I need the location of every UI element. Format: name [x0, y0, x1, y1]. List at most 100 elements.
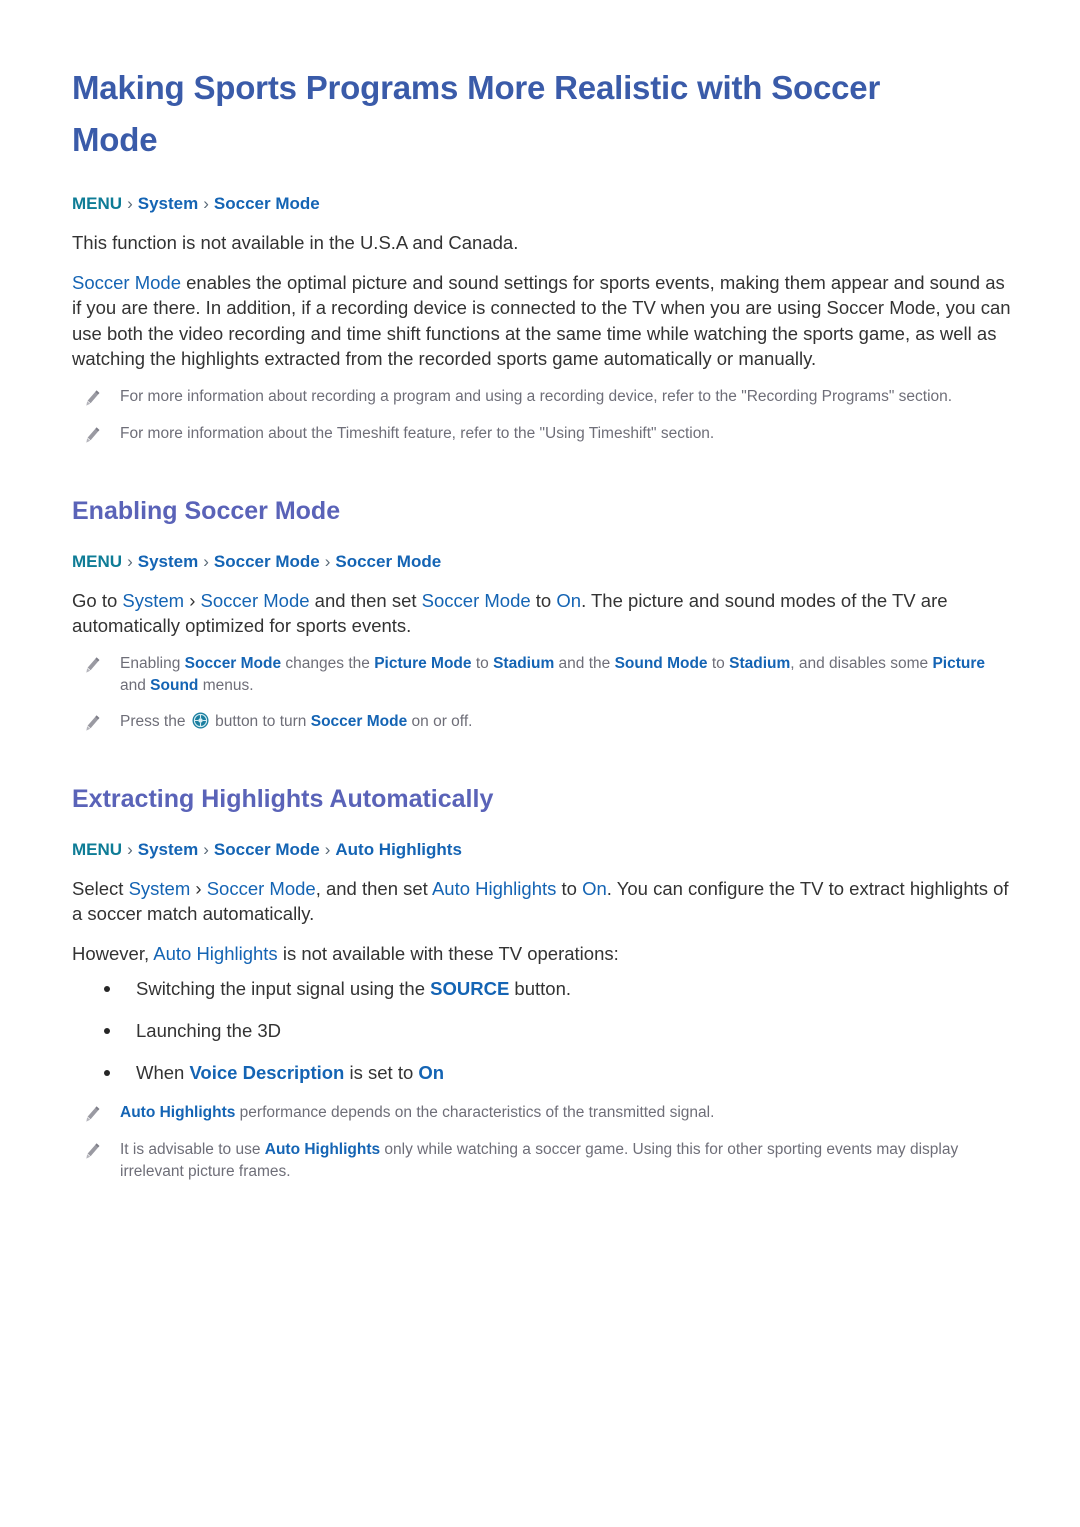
link-sound-mode[interactable]: Sound Mode [615, 655, 708, 672]
text-segment: is not available with these TV operation… [277, 942, 619, 964]
breadcrumb-separator: › [203, 551, 209, 571]
breadcrumb-separator: › [127, 839, 133, 859]
text-segment: is set to [344, 1062, 419, 1083]
note-item: For more information about the Timeshift… [72, 423, 1012, 446]
note-text: For more information about the Timeshift… [120, 424, 715, 442]
text-segment: Enabling [120, 654, 185, 672]
link-on[interactable]: On [556, 590, 581, 611]
link-system[interactable]: System [129, 878, 191, 899]
link-picture-mode[interactable]: Picture Mode [374, 655, 471, 672]
link-auto-highlights[interactable]: Auto Highlights [265, 1141, 380, 1158]
text-segment: and [120, 676, 151, 694]
text-segment: However, [72, 942, 154, 964]
link-auto-highlights[interactable]: Auto Highlights [120, 1104, 235, 1121]
section-heading-enabling-soccer-mode: Enabling Soccer Mode [72, 496, 341, 525]
link-soccer-mode[interactable]: Soccer Mode [311, 713, 407, 730]
breadcrumb-item-auto-highlights[interactable]: Auto Highlights [335, 840, 462, 859]
list-item: When Voice Description is set to On [98, 1060, 1012, 1085]
text-segment: to [556, 877, 583, 899]
breadcrumb-separator: › [203, 839, 209, 859]
pencil-icon [84, 656, 102, 676]
link-stadium[interactable]: Stadium [493, 655, 554, 672]
pencil-icon [84, 426, 102, 446]
intro-paragraph-text: enables the optimal picture and sound se… [72, 271, 1011, 370]
text-segment: to [707, 654, 730, 672]
list-item: Launching the 3D [98, 1018, 1012, 1043]
link-source[interactable]: SOURCE [430, 978, 509, 999]
text-segment: Select [72, 877, 129, 899]
text-segment: Launching the 3D [136, 1020, 282, 1041]
link-soccer-mode-setting[interactable]: Soccer Mode [422, 590, 531, 611]
text-segment: , and then set [315, 877, 432, 899]
breadcrumb-enabling: MENU › System › Soccer Mode › Soccer Mode [72, 550, 1012, 574]
breadcrumb-item-system[interactable]: System [138, 552, 198, 571]
soccer-ball-button-icon[interactable] [192, 712, 209, 729]
note-text: It is advisable to use Auto Highlights o… [120, 1139, 1012, 1183]
text-segment: , and disables some [790, 654, 933, 672]
page-title: Making Sports Programs More Realistic wi… [72, 69, 881, 158]
breadcrumb-highlights: MENU › System › Soccer Mode › Auto Highlights [72, 838, 1012, 862]
note-item: For more information about recording a p… [72, 386, 1012, 409]
unavailable-operations-list: Switching the input signal using the SOU… [72, 976, 1012, 1085]
pencil-icon [84, 389, 102, 409]
note-item: It is advisable to use Auto Highlights o… [72, 1139, 1012, 1183]
text-segment: Switching the input signal using the [136, 978, 431, 999]
breadcrumb-item-system[interactable]: System [138, 194, 198, 213]
breadcrumb-item-soccer-mode[interactable]: Soccer Mode [214, 840, 320, 859]
link-auto-highlights[interactable]: Auto Highlights [432, 878, 556, 899]
breadcrumb-root[interactable]: MENU [72, 552, 122, 571]
link-soccer-mode[interactable]: Soccer Mode [72, 272, 181, 293]
availability-note: This function is not available in the U.… [72, 232, 519, 253]
text-segment: button. [509, 978, 572, 999]
however-paragraph: However, Auto Highlights is not availabl… [72, 941, 1012, 967]
link-soccer-mode[interactable]: Soccer Mode [201, 590, 310, 611]
note-text: Enabling Soccer Mode changes the Picture… [120, 653, 1012, 697]
note-item: Press the button to turn Soccer Mode on … [72, 711, 1012, 734]
breadcrumb-root[interactable]: MENU [72, 194, 122, 213]
text-segment: performance depends on the characteristi… [235, 1104, 715, 1121]
note-text: Auto Highlights performance depends on t… [120, 1102, 714, 1124]
text-segment: Press the [120, 712, 190, 730]
breadcrumb-item-soccer-mode[interactable]: Soccer Mode [214, 552, 320, 571]
intro-paragraph: Soccer Mode enables the optimal picture … [72, 270, 1012, 372]
link-on[interactable]: On [582, 878, 607, 899]
text-segment: menus. [198, 676, 254, 694]
breadcrumb-item-soccer-mode-2[interactable]: Soccer Mode [335, 552, 441, 571]
breadcrumb-root[interactable]: MENU [72, 840, 122, 859]
breadcrumb-separator: › [127, 194, 133, 213]
text-separator: › [190, 877, 207, 899]
note-text: Press the button to turn Soccer Mode on … [120, 711, 472, 733]
breadcrumb-separator: › [324, 839, 331, 859]
breadcrumb-item-system[interactable]: System [138, 840, 198, 859]
note-item: Auto Highlights performance depends on t… [72, 1102, 1012, 1125]
enabling-paragraph: Go to System › Soccer Mode and then set … [72, 588, 1012, 639]
pencil-icon [84, 714, 102, 734]
text-segment: button to turn [210, 712, 311, 730]
link-voice-description[interactable]: Voice Description [189, 1062, 344, 1083]
note-item: Enabling Soccer Mode changes the Picture… [72, 653, 1012, 697]
breadcrumb-separator: › [127, 551, 133, 571]
link-picture[interactable]: Picture [932, 655, 985, 672]
document-page: Making Sports Programs More Realistic wi… [0, 0, 1080, 1527]
text-segment: and the [554, 654, 615, 672]
link-soccer-mode[interactable]: Soccer Mode [207, 878, 316, 899]
section-heading-extracting-highlights: Extracting Highlights Automatically [72, 784, 494, 813]
link-soccer-mode[interactable]: Soccer Mode [185, 655, 281, 672]
breadcrumb-separator: › [324, 551, 331, 571]
link-auto-highlights[interactable]: Auto Highlights [153, 943, 277, 964]
pencil-icon [84, 1105, 102, 1125]
link-stadium-2[interactable]: Stadium [729, 655, 790, 672]
text-segment: and then set [309, 589, 422, 611]
text-segment: on or off. [407, 712, 473, 730]
list-item: Switching the input signal using the SOU… [98, 976, 1012, 1001]
link-system[interactable]: System [122, 590, 184, 611]
text-segment: changes the [281, 654, 375, 672]
highlights-paragraph: Select System › Soccer Mode, and then se… [72, 876, 1012, 927]
link-on[interactable]: On [418, 1062, 444, 1083]
link-sound[interactable]: Sound [150, 677, 198, 694]
text-separator: › [184, 589, 201, 611]
text-segment: to [471, 654, 494, 672]
pencil-icon [84, 1142, 102, 1162]
breadcrumb-item-soccer-mode[interactable]: Soccer Mode [214, 194, 320, 213]
text-segment: When [136, 1062, 190, 1083]
